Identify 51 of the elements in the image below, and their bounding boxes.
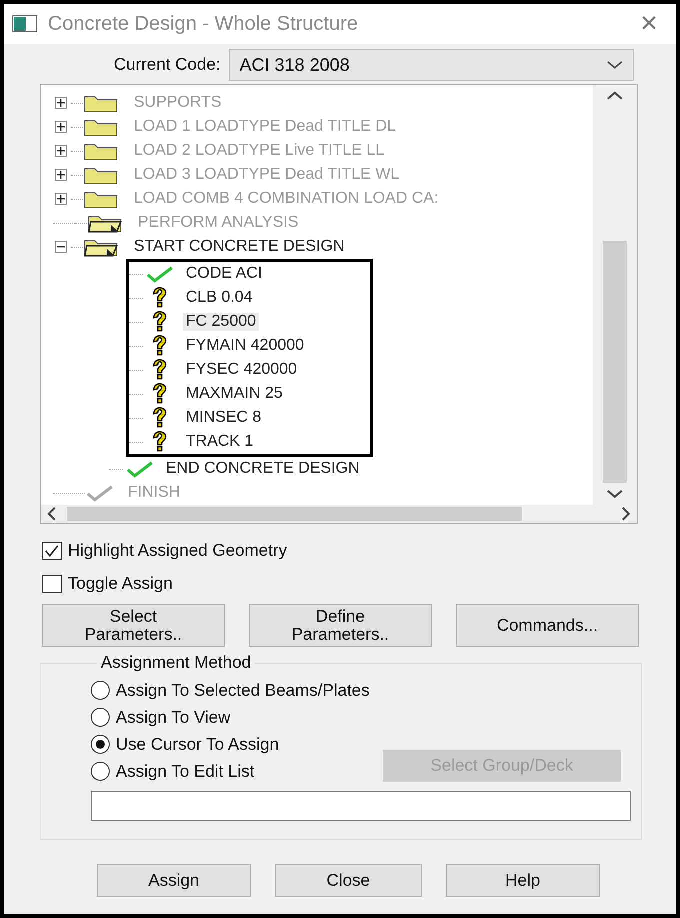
checkmark-icon — [145, 265, 175, 283]
checkbox-label: Highlight Assigned Geometry — [68, 540, 288, 560]
window-title: Concrete Design - Whole Structure — [48, 12, 360, 36]
radio-label: Use Cursor To Assign — [116, 734, 280, 754]
checkmark-icon — [125, 460, 155, 478]
tree-item[interactable]: CODE ACI — [183, 265, 266, 283]
close-button[interactable]: × — [632, 9, 666, 39]
collapse-icon[interactable] — [55, 241, 67, 253]
tree-item[interactable]: END CONCRETE DESIGN — [163, 460, 363, 478]
expand-icon[interactable] — [55, 169, 67, 181]
tree-item[interactable]: MAXMAIN 25 — [183, 385, 286, 403]
radio-label: Assign To Selected Beams/Plates — [116, 680, 370, 700]
expand-icon[interactable] — [55, 193, 67, 205]
radio-button[interactable] — [91, 735, 110, 754]
edit-list-field[interactable] — [91, 791, 631, 821]
action-button[interactable]: Select Parameters.. — [42, 604, 225, 647]
dialog-button[interactable]: Help — [446, 864, 600, 897]
code-dropdown[interactable]: ACI 318 2008 — [228, 49, 634, 81]
action-button[interactable]: Commands... — [456, 604, 639, 647]
expand-icon[interactable] — [55, 145, 67, 157]
radio-button[interactable] — [91, 681, 110, 700]
tree-item[interactable]: FYMAIN 420000 — [183, 337, 308, 355]
dialog-button[interactable]: Assign — [97, 864, 251, 897]
chevron-down-icon — [607, 60, 623, 70]
field-label: Current Code: — [114, 55, 221, 75]
radio-label: Assign To View — [116, 708, 231, 728]
group-title: Assignment Method — [100, 653, 252, 673]
chevron-up-icon[interactable] — [607, 91, 623, 101]
tree-item[interactable]: TRACK 1 — [183, 433, 257, 451]
tree-item[interactable]: START CONCRETE DESIGN — [131, 238, 348, 256]
tree-item[interactable]: MINSEC 8 — [183, 409, 265, 427]
app-icon — [12, 15, 38, 33]
action-button[interactable]: Define Parameters.. — [249, 604, 432, 647]
chevron-down-icon[interactable] — [607, 489, 623, 499]
radio-button[interactable] — [91, 762, 110, 781]
vertical-scrollbar[interactable] — [593, 85, 637, 505]
checkbox[interactable] — [42, 574, 62, 592]
dialog-button[interactable]: Close — [275, 864, 422, 897]
checkbox-label: Toggle Assign — [68, 574, 173, 594]
expand-icon[interactable] — [55, 121, 67, 133]
horizontal-scrollbar[interactable] — [41, 505, 637, 523]
tree-item[interactable]: FYSEC 420000 — [183, 361, 300, 379]
expand-icon[interactable] — [55, 97, 67, 109]
checkbox[interactable] — [42, 542, 62, 560]
radio-button[interactable] — [91, 708, 110, 727]
tree-item[interactable]: FC 25000 — [183, 313, 260, 331]
chevron-right-icon[interactable] — [621, 507, 631, 521]
radio-label: Assign To Edit List — [116, 762, 255, 782]
checkmark-icon — [85, 484, 115, 502]
chevron-left-icon[interactable] — [47, 507, 57, 521]
tree-item[interactable]: CLB 0.04 — [183, 289, 256, 307]
